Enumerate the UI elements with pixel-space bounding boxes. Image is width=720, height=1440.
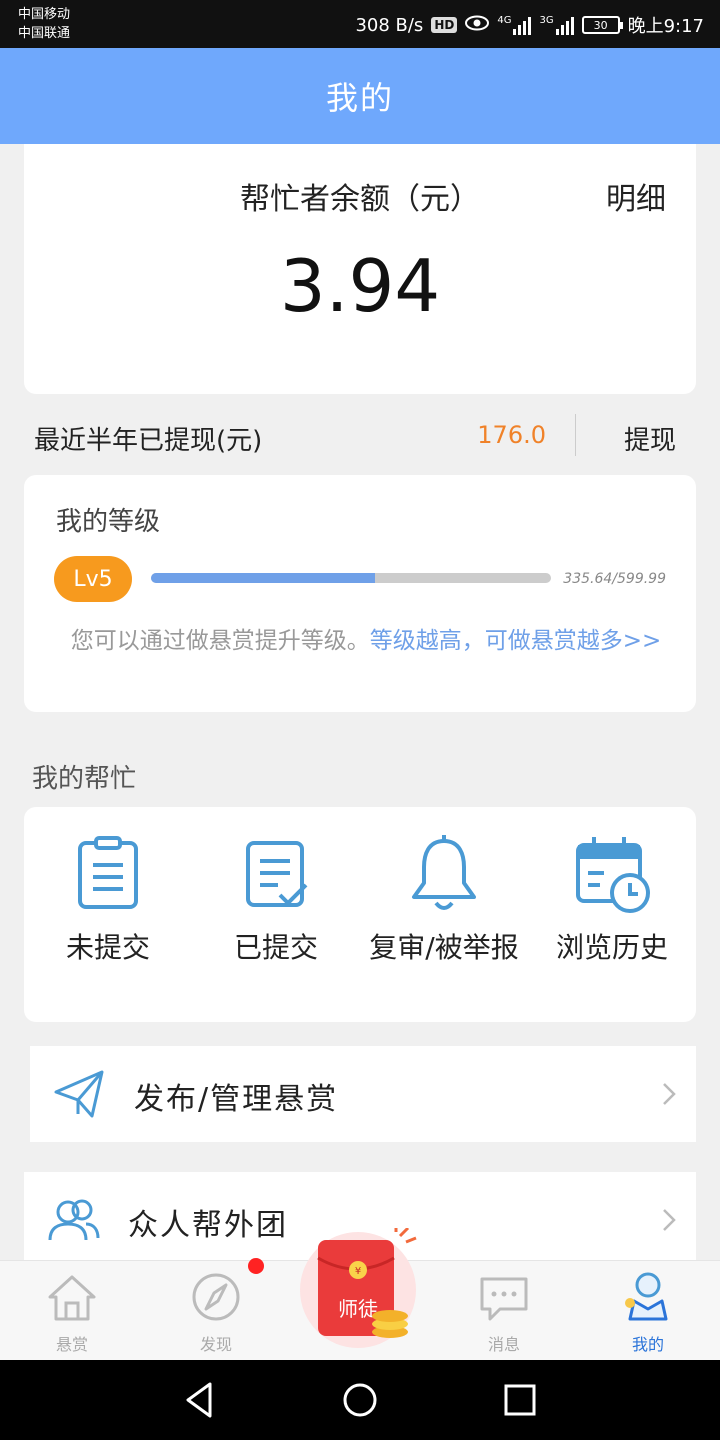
red-envelope-icon[interactable]: ¥ 师徒 bbox=[300, 1228, 420, 1350]
carrier-2: 中国联通 bbox=[18, 26, 71, 41]
status-indicators: 308 B/s HD 4G 3G 30 晚上9:17 bbox=[355, 12, 704, 38]
page-title: 我的 bbox=[325, 79, 394, 117]
tab-mine[interactable]: 我的 bbox=[598, 1269, 698, 1355]
help-item-submitted[interactable]: 已提交 bbox=[192, 833, 360, 967]
signal-4g-label: 4G bbox=[497, 15, 512, 26]
eye-icon bbox=[465, 15, 490, 36]
home-button-icon[interactable] bbox=[340, 1380, 380, 1420]
chevron-right-icon bbox=[663, 1083, 676, 1105]
balance-card: 帮忙者余额（元） 明细 3.94 bbox=[24, 144, 696, 394]
level-points: 335.64/599.99 bbox=[563, 571, 666, 587]
detail-button[interactable]: 明细 bbox=[606, 174, 666, 218]
balance-value: 3.94 bbox=[279, 244, 441, 328]
my-help-title: 我的帮忙 bbox=[32, 764, 137, 794]
back-icon[interactable] bbox=[180, 1380, 220, 1420]
paper-plane-icon bbox=[54, 1070, 104, 1118]
level-progress-bar bbox=[151, 573, 551, 583]
notification-dot bbox=[248, 1258, 264, 1274]
signal-3g-icon: 3G bbox=[539, 15, 574, 35]
carrier-info: 中国移动 中国联通 bbox=[18, 5, 70, 43]
group-icon bbox=[48, 1199, 100, 1241]
chat-icon bbox=[480, 1277, 528, 1321]
tab-label: 悬赏 bbox=[55, 1335, 88, 1354]
tab-label: 发现 bbox=[199, 1335, 232, 1354]
level-tip-text: 您可以通过做悬赏提升等级。 bbox=[70, 628, 370, 654]
system-nav-bar bbox=[0, 1360, 720, 1440]
tab-label: 我的 bbox=[631, 1335, 664, 1354]
help-item-history[interactable]: 浏览历史 bbox=[528, 833, 696, 967]
tab-reward[interactable]: 悬赏 bbox=[22, 1269, 122, 1355]
withdraw-button[interactable]: 提现 bbox=[624, 420, 676, 457]
clipboard-icon bbox=[78, 836, 138, 909]
level-badge: Lv5 bbox=[54, 556, 132, 602]
help-item-label: 未提交 bbox=[65, 931, 150, 964]
level-tip: 您可以通过做悬赏提升等级。等级越高，可做悬赏越多>> bbox=[56, 625, 676, 657]
carrier-1: 中国移动 bbox=[18, 7, 71, 22]
hd-badge: HD bbox=[431, 17, 458, 33]
help-item-review[interactable]: 复审/被举报 bbox=[360, 833, 528, 967]
chevron-right-icon bbox=[663, 1209, 676, 1231]
help-item-label: 复审/被举报 bbox=[369, 931, 519, 964]
title-bar: 我的 bbox=[0, 48, 720, 144]
withdraw-row: 最近半年已提现(元) 176.0 提现 bbox=[24, 400, 696, 472]
divider bbox=[575, 414, 576, 456]
tab-label: 消息 bbox=[487, 1335, 520, 1354]
tab-messages[interactable]: 消息 bbox=[454, 1269, 554, 1355]
network-speed: 308 B/s bbox=[355, 14, 424, 36]
withdraw-label: 最近半年已提现(元) bbox=[34, 426, 263, 456]
level-tip-link[interactable]: 等级越高，可做悬赏越多>> bbox=[370, 628, 662, 654]
help-item-label: 浏览历史 bbox=[555, 931, 668, 964]
level-card: 我的等级 Lv5 335.64/599.99 您可以通过做悬赏提升等级。等级越高… bbox=[24, 475, 696, 712]
promo-label: 师徒 bbox=[338, 1297, 378, 1321]
row-label: 发布/管理悬赏 bbox=[134, 1082, 339, 1117]
help-item-unsubmitted[interactable]: 未提交 bbox=[24, 833, 192, 967]
compass-icon bbox=[192, 1273, 240, 1321]
my-help-card: 未提交 已提交 复审/被举报 浏览历史 bbox=[24, 807, 696, 1022]
help-item-label: 已提交 bbox=[233, 931, 318, 964]
signal-3g-label: 3G bbox=[539, 15, 554, 26]
withdraw-amount: 176.0 bbox=[477, 421, 546, 449]
home-icon bbox=[48, 1275, 96, 1321]
level-title: 我的等级 bbox=[56, 507, 161, 537]
tab-discover[interactable]: 发现 bbox=[166, 1269, 266, 1355]
row-label: 众人帮外团 bbox=[128, 1208, 288, 1243]
battery-icon: 30 bbox=[581, 16, 623, 34]
status-bar: 中国移动 中国联通 308 B/s HD 4G 3G 30 晚上9:17 bbox=[0, 0, 720, 48]
svg-text:¥: ¥ bbox=[355, 1266, 361, 1277]
balance-label: 帮忙者余额（元） bbox=[240, 182, 480, 217]
bell-icon bbox=[412, 835, 476, 910]
calendar-clock-icon bbox=[576, 837, 650, 913]
profile-icon bbox=[625, 1272, 668, 1321]
level-progress-fill bbox=[151, 573, 375, 583]
recents-icon[interactable] bbox=[500, 1380, 540, 1420]
document-check-icon bbox=[246, 841, 308, 907]
signal-4g-icon: 4G bbox=[497, 15, 532, 35]
clock: 晚上9:17 bbox=[627, 16, 704, 37]
publish-manage-row[interactable]: 发布/管理悬赏 bbox=[30, 1046, 696, 1142]
